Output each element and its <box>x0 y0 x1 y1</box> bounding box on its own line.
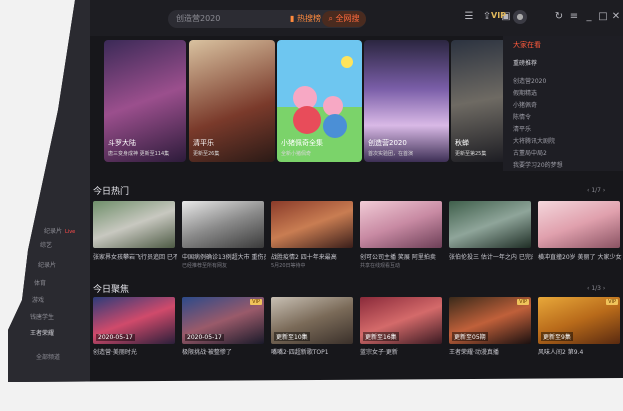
hot-thumb-3[interactable] <box>271 201 353 248</box>
vip-badge: VIP <box>606 299 618 305</box>
panel-item[interactable]: 清平乐 <box>513 124 531 133</box>
panel-item[interactable]: 我要学习20的梦想 <box>513 160 563 169</box>
hot-title-6[interactable]: 横冲直撞20岁 美丽了 大家少女华丽回归 <box>538 252 622 261</box>
focus-date-2: 2020-05-17 <box>185 334 224 341</box>
vip-icon[interactable]: VIP <box>491 11 506 20</box>
panel-item[interactable]: 陈情令 <box>513 112 531 121</box>
focus-date-3: 更新至10集 <box>274 332 310 341</box>
panel-item[interactable]: 创造营2020 <box>513 76 546 85</box>
hero-title: 清平乐 <box>193 139 214 147</box>
hero-title: 创造营2020 <box>368 139 407 147</box>
hot-thumb-4[interactable] <box>360 201 442 248</box>
avatar[interactable]: ● <box>513 10 527 24</box>
minimize-icon[interactable]: _ <box>583 11 595 23</box>
hot-thumb-5[interactable] <box>449 201 531 248</box>
vip-badge: VIP <box>517 299 529 305</box>
hot-title-5[interactable]: 张伯伦投三 估计一年之内 已完成结婚 <box>449 252 533 261</box>
hot-search-button[interactable]: ▮ 热搜榜 <box>290 13 321 24</box>
focus-thumb-3[interactable]: 更新至10集 <box>271 297 353 344</box>
hero-subtitle: 更新至第25集 <box>455 151 487 157</box>
panel-item[interactable]: 重磅推荐 <box>513 58 537 67</box>
hero-title: 小猪佩奇全集 <box>281 139 323 147</box>
panel-item[interactable]: 假期精选 <box>513 88 537 97</box>
focus-date-5: 更新至05期 <box>452 332 488 341</box>
hot-title-4[interactable]: 创可公司主播 笑展 阿里拍卖 <box>360 252 444 261</box>
menu-icon[interactable]: ≡ <box>568 11 580 23</box>
hot-title-3[interactable]: 战胜疫情2 四十年来最高 <box>271 252 355 261</box>
section-title-hot: 今日热门 <box>93 187 130 197</box>
focus-title-1[interactable]: 创造营·美丽时光 <box>93 347 177 356</box>
sidebar-item-doc[interactable]: 纪录片 <box>38 260 56 269</box>
section-title-focus: 今日聚焦 <box>93 285 130 295</box>
search-button[interactable]: ⌕ 全网搜 <box>322 11 366 27</box>
hero-card-1[interactable]: 斗罗大陆 唐三变身成神 更新至114集 <box>104 40 186 162</box>
refresh-icon[interactable]: ↻ <box>553 11 565 23</box>
hot-thumb-6[interactable] <box>538 201 620 248</box>
hot-title-1[interactable]: 张家界女孩攀岩飞行员追回 已不幸身亡 <box>93 252 177 261</box>
app-window: 纪录片 Live 综艺 纪录片 体育 游戏 钱唐学生 王者荣耀 全部频道 创造营2… <box>8 0 623 382</box>
focus-title-2[interactable]: 极限挑战·被整惨了 <box>182 347 266 356</box>
sidebar-item-all-channels[interactable]: 全部频道 <box>36 352 60 361</box>
sidebar-item-variety[interactable]: 综艺 <box>40 240 52 249</box>
focus-date-1: 2020-05-17 <box>96 334 135 341</box>
panel-title: 大家在看 <box>513 41 541 49</box>
hot-pager[interactable]: ‹ 1/7 › <box>587 187 605 194</box>
focus-date-4: 更新至16集 <box>363 332 399 341</box>
hero-subtitle: 更新至26集 <box>193 151 220 157</box>
hot-title-2[interactable]: 中国病例确诊13例超大市 重伤员者不治 <box>182 252 266 261</box>
hot-thumb-1[interactable] <box>93 201 175 248</box>
sidebar-item-games[interactable]: 游戏 <box>32 295 44 304</box>
hot-sub-4: 共享在线观看互动 <box>360 263 401 269</box>
vip-badge: VIP <box>250 299 262 305</box>
live-badge: Live <box>65 229 76 235</box>
focus-title-6[interactable]: 风味人间2 第9.4 <box>538 347 622 356</box>
sidebar-item-student[interactable]: 钱唐学生 <box>30 312 54 321</box>
title-bar: 创造营2020 ▮ 热搜榜 ⌕ 全网搜 ☰ ⇪ ▣ VIP ● ↻ ≡ _ □ … <box>90 0 623 36</box>
history-icon[interactable]: ☰ <box>463 11 475 23</box>
hero-subtitle: 唐三变身成神 更新至114集 <box>108 151 170 157</box>
focus-thumb-5[interactable]: VIP 更新至05期 <box>449 297 531 344</box>
search-input[interactable]: 创造营2020 <box>176 13 220 24</box>
hero-card-4[interactable]: 创造营2020 首次实验团，在首演 <box>364 40 449 162</box>
hero-card-5[interactable]: 秋蝉 更新至第25集 <box>451 40 507 162</box>
sidebar-item-documentary[interactable]: 纪录片 Live <box>44 226 75 235</box>
hero-subtitle: 首次实验团，在首演 <box>368 151 414 157</box>
search-bar[interactable]: 创造营2020 ▮ 热搜榜 ⌕ 全网搜 <box>168 10 366 28</box>
hot-thumb-2[interactable] <box>182 201 264 248</box>
focus-title-5[interactable]: 王者荣耀·动漫真播 <box>449 347 533 356</box>
sidebar-item-sports[interactable]: 体育 <box>34 278 46 287</box>
close-icon[interactable]: ✕ <box>610 11 622 23</box>
focus-pager[interactable]: ‹ 1/3 › <box>587 285 605 292</box>
trending-panel: 大家在看 重磅推荐 创造营2020 假期精选 小猪佩奇 陈情令 清平乐 大将腾讯… <box>503 36 623 171</box>
panel-item[interactable]: 大将腾讯大剧院 <box>513 136 555 145</box>
focus-title-3[interactable]: 嘴嘴2·四超新歌TOP1 <box>271 347 355 356</box>
focus-thumb-1[interactable]: 2020-05-17 <box>93 297 175 344</box>
panel-item[interactable]: 小猪佩奇 <box>513 100 537 109</box>
focus-date-6: 更新至9集 <box>541 332 573 341</box>
hot-sub-3: 5月20日等待中 <box>271 263 306 269</box>
hero-title: 斗罗大陆 <box>108 139 136 147</box>
focus-thumb-4[interactable]: 更新至16集 <box>360 297 442 344</box>
focus-title-4[interactable]: 蓝宗女子·更新 <box>360 347 444 356</box>
hot-sub-2: 已经推荐至所有网友 <box>182 263 228 269</box>
focus-thumb-6[interactable]: VIP 更新至9集 <box>538 297 620 344</box>
focus-thumb-2[interactable]: VIP 2020-05-17 <box>182 297 264 344</box>
hero-subtitle: 全新小猪佩奇 <box>281 151 312 157</box>
panel-item[interactable]: 古董局中局2 <box>513 148 547 157</box>
maximize-icon[interactable]: □ <box>597 11 609 23</box>
hero-title: 秋蝉 <box>455 139 469 147</box>
sidebar: 纪录片 Live 综艺 纪录片 体育 游戏 钱唐学生 王者荣耀 全部频道 <box>8 0 90 382</box>
hero-card-3[interactable]: 小猪佩奇全集 全新小猪佩奇 <box>277 40 362 162</box>
hero-card-2[interactable]: 清平乐 更新至26集 <box>189 40 275 162</box>
sidebar-item-honor[interactable]: 王者荣耀 <box>30 328 54 337</box>
